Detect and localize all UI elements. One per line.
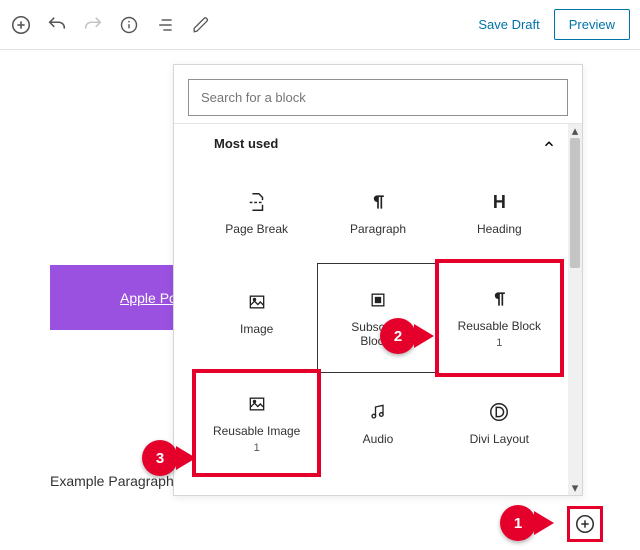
block-label: Reusable Image: [213, 424, 300, 438]
block-label: Page Break: [225, 222, 288, 236]
block-heading[interactable]: H Heading: [439, 163, 560, 263]
block-reusable-block[interactable]: Reusable Block 1: [439, 263, 560, 373]
paragraph-icon: [366, 190, 390, 214]
inserter-scroll: Most used Page Break Paragraph: [174, 123, 582, 495]
save-draft-link[interactable]: Save Draft: [478, 17, 539, 32]
bottom-add-button[interactable]: [567, 506, 603, 542]
preview-button[interactable]: Preview: [554, 9, 630, 40]
search-input[interactable]: [188, 79, 568, 116]
block-label: Subscribe Blocks: [343, 320, 413, 348]
block-paragraph[interactable]: Paragraph: [317, 163, 438, 263]
section-title: Most used: [214, 136, 278, 151]
page-break-icon: [245, 190, 269, 214]
paragraph-icon: [487, 287, 511, 311]
scrollbar-thumb[interactable]: [570, 138, 580, 268]
audio-icon: [366, 400, 390, 424]
heading-icon: H: [487, 190, 511, 214]
block-grid: Page Break Paragraph H Heading Im: [174, 163, 582, 483]
block-page-break[interactable]: Page Break: [196, 163, 317, 263]
redo-icon: [82, 14, 104, 36]
top-toolbar: Save Draft Preview: [0, 0, 640, 50]
block-label: Heading: [477, 222, 522, 236]
block-sub: 1: [254, 442, 260, 454]
edit-icon[interactable]: [190, 14, 212, 36]
block-label: Divi Layout: [470, 432, 529, 446]
block-subscribe-blocks[interactable]: Subscribe Blocks: [317, 263, 438, 373]
block-audio[interactable]: Audio: [317, 373, 438, 473]
image-icon: [245, 290, 269, 314]
block-label: Audio: [363, 432, 394, 446]
info-icon[interactable]: [118, 14, 140, 36]
divi-icon: [487, 400, 511, 424]
inserter-scrollbar[interactable]: ▴ ▾: [568, 124, 582, 495]
block-label: Paragraph: [350, 222, 406, 236]
block-reusable-image[interactable]: Reusable Image 1: [196, 373, 317, 473]
add-block-icon[interactable]: [10, 14, 32, 36]
chevron-up-icon: [542, 137, 556, 151]
scroll-up-icon[interactable]: ▴: [568, 124, 582, 138]
scroll-down-icon[interactable]: ▾: [568, 481, 582, 495]
undo-icon[interactable]: [46, 14, 68, 36]
outline-icon[interactable]: [154, 14, 176, 36]
subscribe-icon: [366, 288, 390, 312]
example-paragraph[interactable]: Example Paragraph: [50, 473, 174, 489]
section-most-used[interactable]: Most used: [174, 124, 582, 163]
editor-frame: Save Draft Preview Apple Podc Example Pa…: [0, 0, 640, 550]
block-label: Reusable Block: [458, 319, 541, 333]
image-icon: [245, 392, 269, 416]
block-inserter-panel: Most used Page Break Paragraph: [173, 64, 583, 496]
block-sub: 1: [496, 337, 502, 349]
block-image[interactable]: Image: [196, 263, 317, 363]
block-label: Image: [240, 322, 273, 336]
block-divi-layout[interactable]: Divi Layout: [439, 373, 560, 473]
